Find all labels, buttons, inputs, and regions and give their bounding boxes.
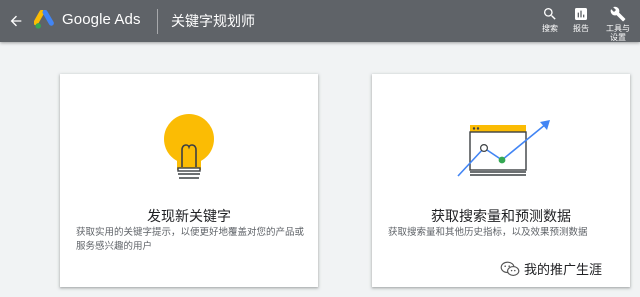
google-ads-logo	[34, 10, 54, 29]
card-title: 获取搜索量和预测数据	[431, 209, 571, 225]
wechat-icon	[500, 261, 520, 276]
reports-icon	[575, 8, 587, 20]
reports-button[interactable]: 报告	[569, 6, 593, 33]
reports-label: 报告	[573, 24, 589, 33]
search-volume-forecast-card[interactable]: 获取搜索量和预测数据 获取搜索量和其他历史指标，以及效果预测数据	[372, 74, 630, 287]
lightbulb-icon	[164, 114, 214, 179]
search-label: 搜索	[542, 24, 558, 33]
wrench-icon	[610, 6, 626, 22]
tools-label-line2: 设置	[610, 33, 626, 42]
arrow-back-icon	[10, 15, 22, 27]
header-divider	[157, 9, 158, 34]
discover-keywords-card[interactable]: 发现新关键字 获取实用的关键字提示，以便更好地覆盖对您的产品或服务感兴趣的用户	[60, 74, 318, 287]
chart-window-icon	[457, 120, 550, 177]
tools-label-line1: 工具与	[606, 24, 630, 33]
watermark-text: 我的推广生涯	[524, 263, 603, 278]
card-title: 发现新关键字	[147, 209, 231, 225]
card-description: 获取实用的关键字提示，以便更好地覆盖对您的产品或服务感兴趣的用户	[76, 227, 305, 252]
top-app-bar: Google Ads 关键字规划师 搜索 报告 工具与 设置	[0, 0, 640, 42]
search-button[interactable]: 搜索	[538, 6, 562, 33]
tool-title: 关键字规划师	[171, 14, 255, 30]
tools-settings-button[interactable]: 工具与 设置	[603, 6, 633, 42]
search-icon	[544, 8, 556, 20]
back-button[interactable]	[4, 9, 28, 33]
app-name[interactable]: Google Ads	[62, 11, 141, 28]
card-description: 获取搜索量和其他历史指标，以及效果预测数据	[388, 227, 588, 238]
watermark: 我的推广生涯	[500, 259, 602, 278]
